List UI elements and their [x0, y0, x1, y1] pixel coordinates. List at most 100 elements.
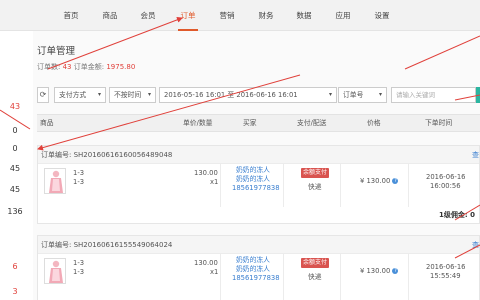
order-amount-value: 1975.80 — [106, 63, 136, 71]
top-nav: 首页 商品 会员 订单 营销 财务 数据 应用 设置 — [0, 0, 480, 31]
nav-data[interactable]: 数据 — [290, 0, 318, 31]
count-item[interactable]: 0 — [0, 126, 30, 135]
nav-finance[interactable]: 财务 — [252, 0, 280, 31]
order-header: 订单编号: SH20160616155549064024 查 — [38, 236, 479, 254]
search-button[interactable] — [476, 87, 480, 103]
header-product: 商品 — [40, 119, 54, 127]
count-all[interactable]: 43 — [0, 102, 30, 111]
payment-status-badge: 余额支付 — [301, 168, 330, 178]
divider — [340, 164, 341, 207]
order-total: ¥ 130.00 ? — [360, 267, 399, 276]
buyer-nickname-link[interactable]: 奶奶的冻人 — [236, 265, 270, 274]
chevron-down-icon: ▾ — [147, 91, 151, 98]
order-total-value: ¥ 130.00 — [360, 177, 391, 185]
order-number: 订单编号: SH20160616155549064024 — [41, 241, 173, 249]
nav-home[interactable]: 首页 — [57, 0, 85, 31]
buyer-phone[interactable]: 18561977838 — [232, 274, 280, 283]
header-pay-ship: 支付/配送 — [297, 119, 327, 127]
nav-apps[interactable]: 应用 — [329, 0, 357, 31]
product-image-icon — [49, 260, 63, 283]
unit-price: 130.00 — [194, 169, 218, 177]
sku-line: 1-3 — [73, 178, 85, 186]
buyer-phone[interactable]: 18561977838 — [232, 184, 280, 193]
order-summary: 订单数: 43 订单金额: 1975.80 — [37, 62, 135, 72]
refresh-icon: ⟳ — [39, 90, 47, 99]
commission-label: 1级佣金: 0 — [439, 211, 475, 219]
chevron-down-icon: ▾ — [97, 91, 101, 98]
time-select-value: 不按时间 — [114, 91, 142, 99]
count-item[interactable]: 45 — [0, 185, 30, 194]
header-price-qty: 单价/数量 — [183, 119, 213, 127]
help-icon[interactable]: ? — [392, 178, 399, 184]
nav-members[interactable]: 会员 — [134, 0, 162, 31]
payment-select-value: 支付方式 — [59, 91, 87, 99]
refresh-button[interactable]: ⟳ — [37, 87, 49, 103]
search-input[interactable]: 请输入关键词 — [391, 87, 476, 103]
order-total-value: ¥ 130.00 — [360, 267, 391, 275]
search-field-value: 订单号 — [343, 91, 364, 99]
search-field-select[interactable]: 订单号 ▾ — [338, 87, 387, 103]
product-thumbnail[interactable] — [44, 168, 66, 194]
count-item[interactable]: 45 — [0, 164, 30, 173]
shipping-method: 快递 — [308, 183, 322, 191]
count-item[interactable]: 3 — [0, 287, 30, 296]
date-range-value: 2016-05-16 16:01 至 2016-06-16 16:01 — [164, 91, 298, 99]
order-header: 订单编号: SH20160616160056489048 查 — [38, 146, 479, 164]
page-title: 订单管理 — [37, 46, 76, 57]
sku-line: 1-3 — [73, 259, 85, 267]
divider — [408, 254, 409, 300]
nav-orders[interactable]: 订单 — [174, 0, 202, 31]
sku-line: 1-3 — [73, 169, 85, 177]
order-detail-link[interactable]: 查 — [472, 146, 479, 164]
divider — [408, 164, 409, 207]
order-row: 订单编号: SH20160616155549064024 查 1-3 1-3 1… — [37, 235, 480, 300]
divider — [340, 254, 341, 300]
order-time: 15:55:49 — [430, 272, 461, 280]
nav-settings[interactable]: 设置 — [368, 0, 396, 31]
count-item[interactable]: 6 — [0, 262, 30, 271]
filter-bar: ⟳ 支付方式 ▾ 不按时间 ▾ 2016-05-16 16:01 至 2016-… — [37, 83, 480, 109]
payment-select[interactable]: 支付方式 ▾ — [54, 87, 106, 103]
nav-products[interactable]: 商品 — [96, 0, 124, 31]
order-count-value: 43 — [62, 63, 72, 71]
shipping-method: 快递 — [308, 273, 322, 281]
order-amount-label: 订单金额: — [73, 63, 105, 71]
order-detail-link[interactable]: 查 — [472, 236, 479, 254]
buyer-name-link[interactable]: 奶奶的冻人 — [236, 256, 270, 265]
header-time: 下单时间 — [425, 119, 453, 127]
divider — [220, 164, 221, 207]
unit-price: 130.00 — [194, 259, 218, 267]
count-item[interactable]: 136 — [0, 207, 30, 216]
date-range-picker[interactable]: 2016-05-16 16:01 至 2016-06-16 16:01 ▾ — [159, 87, 337, 103]
order-total: ¥ 130.00 ? — [360, 177, 399, 186]
product-image-icon — [49, 170, 63, 193]
header-buyer: 买家 — [243, 119, 257, 127]
buyer-name-link[interactable]: 奶奶的冻人 — [236, 166, 270, 175]
order-time: 16:00:56 — [430, 182, 461, 190]
order-date: 2016-06-16 — [426, 263, 466, 271]
time-select[interactable]: 不按时间 ▾ — [109, 87, 156, 103]
payment-status-badge: 余额支付 — [301, 258, 330, 268]
nav-marketing[interactable]: 营销 — [213, 0, 241, 31]
chevron-down-icon: ▾ — [328, 91, 332, 98]
order-management-page: 首页 商品 会员 订单 营销 财务 数据 应用 设置 43 0 0 45 45 … — [0, 0, 480, 300]
chevron-down-icon: ▾ — [378, 91, 382, 98]
order-count-label: 订单数: — [37, 63, 61, 71]
divider — [220, 254, 221, 300]
order-number: 订单编号: SH20160616160056489048 — [41, 151, 173, 159]
buyer-nickname-link[interactable]: 奶奶的冻人 — [236, 175, 270, 184]
main-content: 订单管理 订单数: 43 订单金额: 1975.80 ⟳ 支付方式 ▾ 不按时间… — [33, 31, 480, 300]
count-item[interactable]: 0 — [0, 144, 30, 153]
sku-line: 1-3 — [73, 268, 85, 276]
divider — [283, 164, 284, 207]
product-thumbnail[interactable] — [44, 258, 66, 284]
table-header: 商品 单价/数量 买家 支付/配送 价格 下单时间 — [37, 114, 480, 132]
order-date: 2016-06-16 — [426, 173, 466, 181]
quantity: x1 — [210, 178, 219, 186]
order-row: 订单编号: SH20160616160056489048 查 1-3 1-3 1… — [37, 145, 480, 224]
header-price: 价格 — [367, 119, 381, 127]
quantity: x1 — [210, 268, 219, 276]
side-counts: 43 0 0 45 45 136 6 3 — [0, 31, 30, 300]
divider — [283, 254, 284, 300]
help-icon[interactable]: ? — [392, 268, 399, 274]
